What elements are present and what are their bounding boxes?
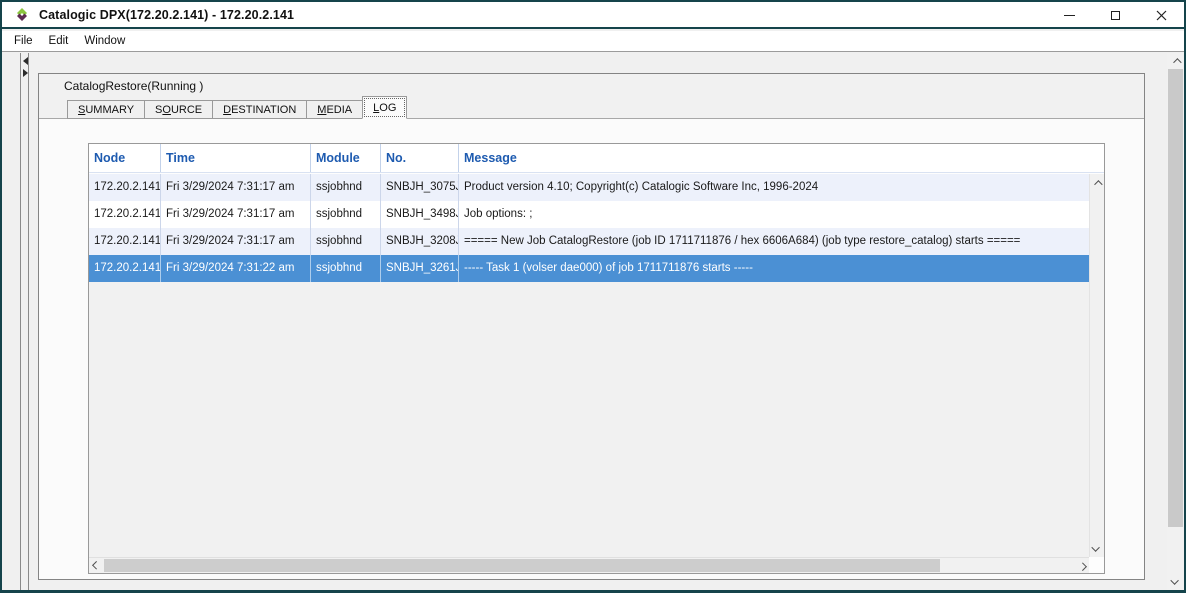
- cell-no: SNBJH_3208J: [381, 228, 459, 255]
- cell-message: Job options: ;: [459, 201, 1089, 228]
- table-row[interactable]: 172.20.2.141 Fri 3/29/2024 7:31:17 am ss…: [89, 228, 1089, 255]
- splitter-collapse-icon[interactable]: [23, 57, 28, 65]
- collapsed-sidebar: [2, 53, 21, 590]
- cell-time: Fri 3/29/2024 7:31:22 am: [161, 255, 311, 282]
- scroll-up-icon[interactable]: [1090, 175, 1104, 190]
- window-title: Catalogic DPX(172.20.2.141) - 172.20.2.1…: [39, 8, 294, 22]
- maximize-icon: [1111, 11, 1120, 20]
- column-header-time[interactable]: Time: [161, 144, 311, 172]
- sidebar-splitter[interactable]: [22, 53, 29, 590]
- log-table-body: 172.20.2.141 Fri 3/29/2024 7:31:17 am ss…: [89, 174, 1089, 557]
- minimize-icon: [1064, 15, 1075, 16]
- scroll-down-icon[interactable]: [1090, 541, 1104, 556]
- tab-destination[interactable]: DESTINATION: [212, 100, 307, 119]
- app-window: Catalogic DPX(172.20.2.141) - 172.20.2.1…: [2, 2, 1184, 590]
- menu-file[interactable]: File: [6, 32, 41, 50]
- tab-source[interactable]: SOURCE: [144, 100, 213, 119]
- cell-node: 172.20.2.141: [89, 255, 161, 282]
- column-header-node[interactable]: Node: [89, 144, 161, 172]
- column-header-message[interactable]: Message: [459, 144, 1104, 172]
- job-status-title: CatalogRestore(Running ): [64, 79, 203, 93]
- tab-log[interactable]: LOG: [362, 96, 407, 119]
- scroll-down-icon[interactable]: [1167, 574, 1184, 590]
- job-tabs: SUMMARY SOURCE DESTINATION MEDIA LOG: [67, 99, 406, 119]
- menu-bar: File Edit Window: [2, 31, 1184, 52]
- title-bar: Catalogic DPX(172.20.2.141) - 172.20.2.1…: [2, 2, 1184, 29]
- table-row-selected[interactable]: 172.20.2.141 Fri 3/29/2024 7:31:22 am ss…: [89, 255, 1089, 282]
- table-vertical-scrollbar[interactable]: [1089, 174, 1104, 557]
- log-table-header: Node Time Module No. Message: [89, 144, 1104, 173]
- cell-no: SNBJH_3261J: [381, 255, 459, 282]
- scroll-left-icon[interactable]: [89, 558, 104, 573]
- catalogic-logo-icon: [14, 7, 30, 23]
- table-row[interactable]: 172.20.2.141 Fri 3/29/2024 7:31:17 am ss…: [89, 201, 1089, 228]
- window-vertical-scrollbar[interactable]: [1167, 53, 1184, 590]
- window-controls: [1046, 2, 1184, 29]
- cell-message: Product version 4.10; Copyright(c) Catal…: [459, 174, 1089, 201]
- close-icon: [1156, 10, 1167, 21]
- cell-message: ===== New Job CatalogRestore (job ID 171…: [459, 228, 1089, 255]
- column-header-module[interactable]: Module: [311, 144, 381, 172]
- vscroll-thumb[interactable]: [1168, 69, 1183, 527]
- scroll-right-icon[interactable]: [1074, 558, 1089, 573]
- cell-module: ssjobhnd: [311, 201, 381, 228]
- tab-summary[interactable]: SUMMARY: [67, 100, 145, 119]
- cell-time: Fri 3/29/2024 7:31:17 am: [161, 174, 311, 201]
- cell-node: 172.20.2.141: [89, 228, 161, 255]
- cell-module: ssjobhnd: [311, 228, 381, 255]
- table-row[interactable]: 172.20.2.141 Fri 3/29/2024 7:31:17 am ss…: [89, 174, 1089, 201]
- menu-window[interactable]: Window: [76, 32, 133, 50]
- content-area: CatalogRestore(Running ) SUMMARY SOURCE …: [2, 53, 1184, 590]
- column-header-no[interactable]: No.: [381, 144, 459, 172]
- scroll-up-icon[interactable]: [1167, 53, 1184, 69]
- job-panel: CatalogRestore(Running ) SUMMARY SOURCE …: [38, 73, 1145, 580]
- splitter-expand-icon[interactable]: [23, 69, 28, 77]
- minimize-button[interactable]: [1046, 2, 1092, 29]
- cell-node: 172.20.2.141: [89, 174, 161, 201]
- cell-node: 172.20.2.141: [89, 201, 161, 228]
- tab-media[interactable]: MEDIA: [306, 100, 363, 119]
- hscroll-thumb[interactable]: [104, 559, 940, 572]
- cell-no: SNBJH_3075J: [381, 174, 459, 201]
- maximize-button[interactable]: [1092, 2, 1138, 29]
- cell-time: Fri 3/29/2024 7:31:17 am: [161, 201, 311, 228]
- log-table: Node Time Module No. Message 172.20.2.14…: [88, 143, 1105, 574]
- cell-module: ssjobhnd: [311, 255, 381, 282]
- cell-module: ssjobhnd: [311, 174, 381, 201]
- menu-edit[interactable]: Edit: [41, 32, 77, 50]
- close-button[interactable]: [1138, 2, 1184, 29]
- cell-no: SNBJH_3498J: [381, 201, 459, 228]
- cell-time: Fri 3/29/2024 7:31:17 am: [161, 228, 311, 255]
- table-horizontal-scrollbar[interactable]: [89, 557, 1089, 573]
- scrollbar-corner: [1089, 557, 1104, 573]
- cell-message: ----- Task 1 (volser dae000) of job 1711…: [459, 255, 1089, 282]
